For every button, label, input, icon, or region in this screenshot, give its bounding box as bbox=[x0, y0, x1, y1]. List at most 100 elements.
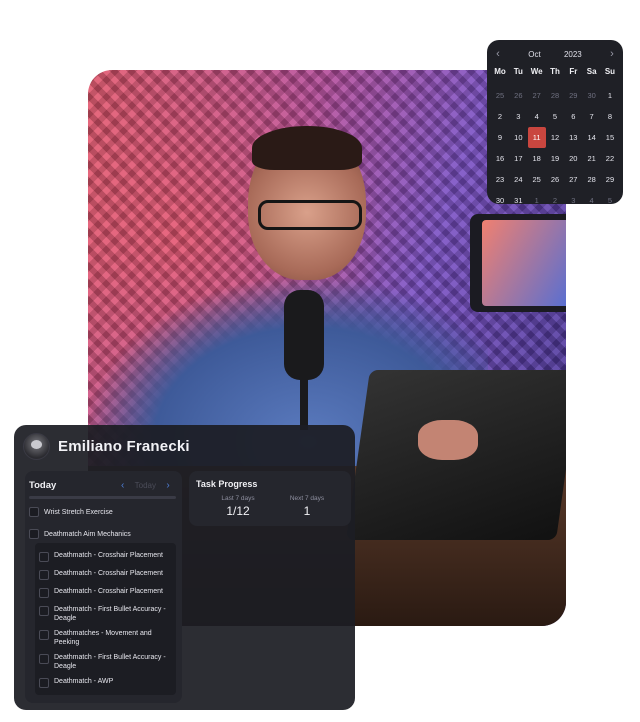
calendar-day[interactable]: 24 bbox=[509, 169, 527, 190]
weekday-label: Sa bbox=[586, 67, 597, 76]
stat-value: 1/12 bbox=[226, 504, 250, 518]
calendar-day[interactable]: 3 bbox=[509, 106, 527, 127]
subtask-label: Deathmatch - AWP bbox=[54, 678, 114, 685]
calendar-day[interactable]: 2 bbox=[546, 190, 564, 211]
calendar-day[interactable]: 8 bbox=[601, 106, 619, 127]
profile-header: Emiliano Franecki bbox=[23, 433, 190, 460]
calendar-day[interactable]: 4 bbox=[528, 106, 546, 127]
calendar-grid: Mo Tu We Th Fr Sa Su 25 26 27 28 29 30 1 2 3 4 5 6 7 8 9 10 11 1… bbox=[491, 64, 619, 211]
subtask-label: Deathmatches - Movement and Peeking bbox=[54, 630, 152, 646]
calendar-day[interactable]: 31 bbox=[509, 190, 527, 211]
phone bbox=[470, 214, 566, 312]
chevron-left-icon[interactable]: ‹ bbox=[115, 480, 131, 491]
subtask-item[interactable]: Deathmatch - AWP bbox=[39, 677, 172, 689]
task-label: Wrist Stretch Exercise bbox=[44, 508, 113, 516]
task-checkbox[interactable] bbox=[39, 606, 49, 616]
task-checkbox[interactable] bbox=[39, 654, 49, 664]
calendar-day[interactable]: 12 bbox=[546, 127, 564, 148]
calendar-day[interactable]: 20 bbox=[564, 148, 582, 169]
weekday-label: Tu bbox=[513, 67, 523, 76]
calendar-day[interactable]: 13 bbox=[564, 127, 582, 148]
calendar-day[interactable]: 28 bbox=[583, 169, 601, 190]
calendar-day[interactable]: 7 bbox=[583, 106, 601, 127]
microphone bbox=[284, 290, 324, 380]
calendar-day[interactable]: 3 bbox=[564, 190, 582, 211]
task-checkbox[interactable] bbox=[29, 529, 39, 539]
glasses bbox=[258, 200, 362, 230]
today-button[interactable]: Today bbox=[131, 481, 160, 490]
calendar-day[interactable]: 9 bbox=[491, 127, 509, 148]
calendar-day[interactable]: 29 bbox=[564, 85, 582, 106]
calendar-year[interactable]: 2023 bbox=[564, 50, 582, 59]
subtask-item[interactable]: Deathmatch - Crosshair Placement bbox=[39, 587, 172, 599]
weekday-label: Th bbox=[550, 67, 560, 76]
calendar-day[interactable]: 2 bbox=[491, 106, 509, 127]
today-card: Today ‹ Today › Wrist Stretch Exercise D… bbox=[25, 471, 182, 703]
stat-next-7-days: Next 7 days 1 bbox=[272, 495, 342, 518]
today-header: Today ‹ Today › bbox=[25, 474, 182, 496]
calendar-day[interactable]: 10 bbox=[509, 127, 527, 148]
profile-name: Emiliano Franecki bbox=[58, 438, 190, 455]
calendar-day[interactable]: 30 bbox=[583, 85, 601, 106]
subtask-list: Deathmatch - Crosshair Placement Deathmat… bbox=[35, 543, 176, 695]
calendar-day[interactable]: 18 bbox=[528, 148, 546, 169]
calendar-day[interactable]: 21 bbox=[583, 148, 601, 169]
subtask-item[interactable]: Deathmatch - First Bullet Accuracy - Dea… bbox=[39, 605, 172, 623]
subtask-item[interactable]: Deathmatches - Movement and Peeking bbox=[39, 629, 172, 647]
calendar-day[interactable]: 4 bbox=[583, 190, 601, 211]
calendar-day[interactable]: 26 bbox=[509, 85, 527, 106]
stat-label: Last 7 days bbox=[221, 495, 255, 502]
task-item[interactable]: Wrist Stretch Exercise bbox=[29, 505, 176, 519]
calendar-day[interactable]: 30 bbox=[491, 190, 509, 211]
subtask-label: Deathmatch - First Bullet Accuracy - Dea… bbox=[54, 606, 166, 622]
task-checkbox[interactable] bbox=[29, 507, 39, 517]
calendar-prev-icon[interactable]: ‹ bbox=[491, 48, 505, 60]
subtask-item[interactable]: Deathmatch - Crosshair Placement bbox=[39, 551, 172, 563]
subtask-item[interactable]: Deathmatch - Crosshair Placement bbox=[39, 569, 172, 581]
calendar-day[interactable]: 27 bbox=[528, 85, 546, 106]
stat-last-7-days: Last 7 days 1/12 bbox=[203, 495, 273, 518]
chevron-right-icon[interactable]: › bbox=[160, 480, 176, 491]
calendar-day[interactable]: 23 bbox=[491, 169, 509, 190]
calendar-day[interactable]: 25 bbox=[528, 169, 546, 190]
calendar-widget: ‹ Oct 2023 › Mo Tu We Th Fr Sa Su 25 26 27 28 29 30 1… bbox=[487, 40, 623, 205]
calendar-day[interactable]: 5 bbox=[601, 190, 619, 211]
calendar-day[interactable]: 17 bbox=[509, 148, 527, 169]
subtask-label: Deathmatch - Crosshair Placement bbox=[54, 552, 163, 559]
calendar-month[interactable]: Oct bbox=[528, 50, 540, 59]
calendar-day[interactable]: 28 bbox=[546, 85, 564, 106]
task-progress-card: Task Progress Last 7 days 1/12 Next 7 da… bbox=[189, 471, 351, 526]
today-divider bbox=[29, 496, 176, 499]
calendar-day[interactable]: 5 bbox=[546, 106, 564, 127]
calendar-day[interactable]: 27 bbox=[564, 169, 582, 190]
task-checkbox[interactable] bbox=[39, 570, 49, 580]
microphone-stand bbox=[300, 370, 308, 430]
calendar-day[interactable]: 15 bbox=[601, 127, 619, 148]
weekday-label: Fr bbox=[569, 67, 578, 76]
task-panel: Emiliano Franecki Today ‹ Today › Wrist … bbox=[14, 425, 355, 710]
calendar-day[interactable]: 25 bbox=[491, 85, 509, 106]
calendar-day[interactable]: 22 bbox=[601, 148, 619, 169]
calendar-next-icon[interactable]: › bbox=[605, 48, 619, 60]
task-checkbox[interactable] bbox=[39, 678, 49, 688]
task-checkbox[interactable] bbox=[39, 630, 49, 640]
calendar-day[interactable]: 1 bbox=[601, 85, 619, 106]
task-group[interactable]: Deathmatch Aim Mechanics bbox=[29, 527, 176, 541]
calendar-day[interactable]: 16 bbox=[491, 148, 509, 169]
calendar-day[interactable]: 1 bbox=[528, 190, 546, 211]
calendar-day[interactable]: 14 bbox=[583, 127, 601, 148]
avatar[interactable] bbox=[23, 433, 50, 460]
calendar-header: ‹ Oct 2023 › bbox=[491, 44, 619, 64]
weekday-label: Su bbox=[604, 67, 616, 76]
task-checkbox[interactable] bbox=[39, 588, 49, 598]
task-checkbox[interactable] bbox=[39, 552, 49, 562]
person-hair bbox=[252, 126, 362, 170]
calendar-day[interactable]: 6 bbox=[564, 106, 582, 127]
subtask-item[interactable]: Deathmatch - First Bullet Accuracy - Dea… bbox=[39, 653, 172, 671]
stat-value: 1 bbox=[303, 504, 311, 518]
calendar-day[interactable]: 26 bbox=[546, 169, 564, 190]
calendar-day[interactable]: 19 bbox=[546, 148, 564, 169]
subtask-label: Deathmatch - First Bullet Accuracy - Dea… bbox=[54, 654, 166, 670]
calendar-day[interactable]: 29 bbox=[601, 169, 619, 190]
calendar-day-selected[interactable]: 11 bbox=[527, 127, 546, 148]
